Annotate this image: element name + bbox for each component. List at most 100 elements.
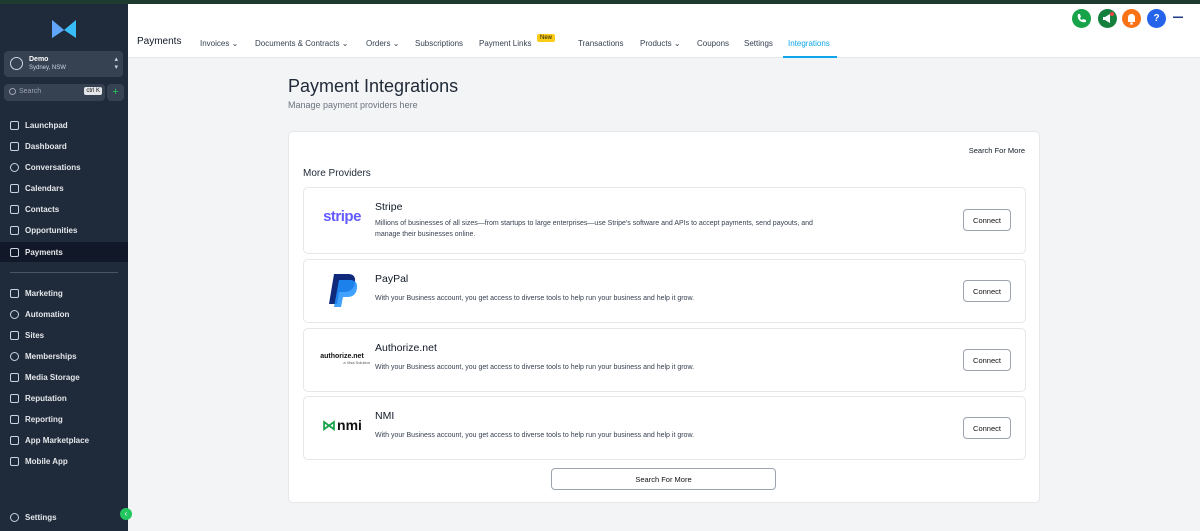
phone-icon [10, 456, 19, 466]
sites-icon [10, 330, 19, 340]
provider-name: Authorize.net [375, 342, 437, 354]
sidebar-item-calendars[interactable]: Calendars [0, 178, 128, 198]
sidebar-item-settings[interactable]: Settings [0, 507, 128, 527]
location-name: Demo [29, 56, 49, 63]
calendar-icon [10, 183, 19, 193]
provider-name: Stripe [375, 201, 403, 213]
provider-stripe: stripe Stripe Millions of businesses of … [303, 187, 1026, 254]
sidebar-item-app-marketplace[interactable]: App Marketplace [0, 430, 128, 450]
tab-coupons[interactable]: Coupons [697, 39, 729, 48]
paypal-logo [314, 270, 370, 315]
tab-subscriptions[interactable]: Subscriptions [415, 39, 463, 48]
nmi-logo: ⋈nmi [322, 417, 362, 433]
sidebar-item-marketing[interactable]: Marketing [0, 283, 128, 303]
avatar[interactable]: ▬▬ [1173, 14, 1183, 20]
media-icon [10, 372, 19, 382]
sidebar-item-reporting[interactable]: Reporting [0, 409, 128, 429]
provider-name: NMI [375, 410, 395, 422]
paypal-icon [329, 274, 358, 307]
page-title: Payment Integrations [288, 76, 459, 96]
grid-icon [10, 141, 19, 151]
help-icon: ? [1153, 13, 1160, 24]
provider-paypal: PayPal With your Business account, you g… [303, 259, 1026, 323]
chevron-down-icon: ⌄ [341, 39, 349, 48]
sidebar-search[interactable]: Search ctrl K [4, 84, 105, 101]
page-section-title: Payments [137, 36, 182, 47]
connect-button[interactable]: Connect [963, 349, 1011, 371]
top-bar: Payments Invoices ⌄ Documents & Contract… [128, 0, 1200, 58]
membership-icon [10, 351, 19, 361]
sidebar-item-sites[interactable]: Sites [0, 325, 128, 345]
tab-products[interactable]: Products ⌄ [640, 39, 681, 48]
tab-documents-contracts[interactable]: Documents & Contracts ⌄ [255, 39, 348, 48]
connect-button[interactable]: Connect [963, 417, 1011, 439]
tab-integrations[interactable]: Integrations [788, 39, 830, 48]
help-button[interactable]: ? [1147, 9, 1166, 28]
section-title: More Providers [303, 168, 371, 179]
sidebar-divider [10, 272, 118, 273]
connect-button[interactable]: Connect [963, 280, 1011, 302]
megaphone-icon [1103, 12, 1114, 23]
provider-description: Millions of businesses of all sizes—from… [375, 220, 813, 238]
send-icon [10, 288, 19, 298]
sidebar: Demo Sydney, NSW ▴ ▾ Search ctrl K + Laun… [0, 0, 128, 531]
chat-icon [10, 162, 19, 172]
payments-icon [10, 247, 19, 257]
provider-description: With your Business account, you get acce… [375, 295, 695, 302]
provider-description: With your Business account, you get acce… [375, 432, 695, 439]
announcements-button[interactable] [1098, 9, 1117, 28]
sidebar-item-contacts[interactable]: Contacts [0, 199, 128, 219]
search-for-more-link[interactable]: Search For More [969, 146, 1025, 155]
active-tab-indicator [783, 56, 837, 58]
chevron-down-icon: ⌄ [673, 39, 681, 48]
location-icon [10, 57, 23, 70]
sidebar-item-conversations[interactable]: Conversations [0, 157, 128, 177]
sidebar-item-launchpad[interactable]: Launchpad [0, 115, 128, 135]
search-placeholder: Search [19, 88, 42, 95]
collapse-sidebar-button[interactable]: ‹ [120, 508, 132, 520]
rocket-icon [10, 120, 19, 130]
providers-card: Search For More More Providers stripe St… [288, 131, 1040, 503]
tab-invoices[interactable]: Invoices ⌄ [200, 39, 238, 48]
sidebar-item-media-storage[interactable]: Media Storage [0, 367, 128, 387]
sidebar-item-reputation[interactable]: Reputation [0, 388, 128, 408]
quick-add-button[interactable]: + [107, 84, 124, 101]
sidebar-item-dashboard[interactable]: Dashboard [0, 136, 128, 156]
funnel-icon [10, 225, 19, 235]
sidebar-item-opportunities[interactable]: Opportunities [0, 220, 128, 240]
contacts-icon [10, 204, 19, 214]
search-shortcut: ctrl K [84, 87, 102, 95]
new-badge: New [537, 34, 556, 42]
provider-nmi: ⋈nmi NMI With your Business account, you… [303, 396, 1026, 460]
provider-description: With your Business account, you get acce… [375, 364, 695, 371]
provider-authorize-net: authorize.net a Visa Solution Authorize.… [303, 328, 1026, 392]
page-subtitle: Manage payment providers here [288, 100, 418, 110]
location-sub: Sydney, NSW [29, 65, 66, 71]
location-switcher[interactable]: Demo Sydney, NSW ▴ ▾ [4, 51, 123, 77]
chevron-down-icon: ⌄ [392, 39, 400, 48]
automation-icon [10, 309, 19, 319]
notifications-button[interactable] [1122, 9, 1141, 28]
search-icon [9, 88, 16, 95]
phone-icon [1077, 14, 1086, 23]
sidebar-item-mobile-app[interactable]: Mobile App [0, 451, 128, 471]
sidebar-item-payments[interactable]: Payments [0, 242, 128, 262]
star-icon [10, 393, 19, 403]
chevron-down-icon: ⌄ [231, 39, 239, 48]
chart-icon [10, 414, 19, 424]
phone-call-button[interactable] [1072, 9, 1091, 28]
updown-chevron-icon: ▴ ▾ [114, 56, 118, 71]
gear-icon [10, 512, 19, 522]
tab-orders[interactable]: Orders ⌄ [366, 39, 399, 48]
connect-button[interactable]: Connect [963, 209, 1011, 231]
sidebar-item-automation[interactable]: Automation [0, 304, 128, 324]
tab-payment-links[interactable]: Payment Links [479, 39, 531, 48]
nmi-mark-icon: ⋈ [322, 417, 337, 433]
search-for-more-button[interactable]: Search For More [551, 468, 776, 490]
app-logo-icon[interactable] [50, 18, 78, 40]
authorize-net-logo: authorize.net a Visa Solution [320, 353, 370, 365]
bell-icon [1128, 14, 1135, 25]
sidebar-item-memberships[interactable]: Memberships [0, 346, 128, 366]
tab-transactions[interactable]: Transactions [578, 39, 624, 48]
tab-settings[interactable]: Settings [744, 39, 773, 48]
